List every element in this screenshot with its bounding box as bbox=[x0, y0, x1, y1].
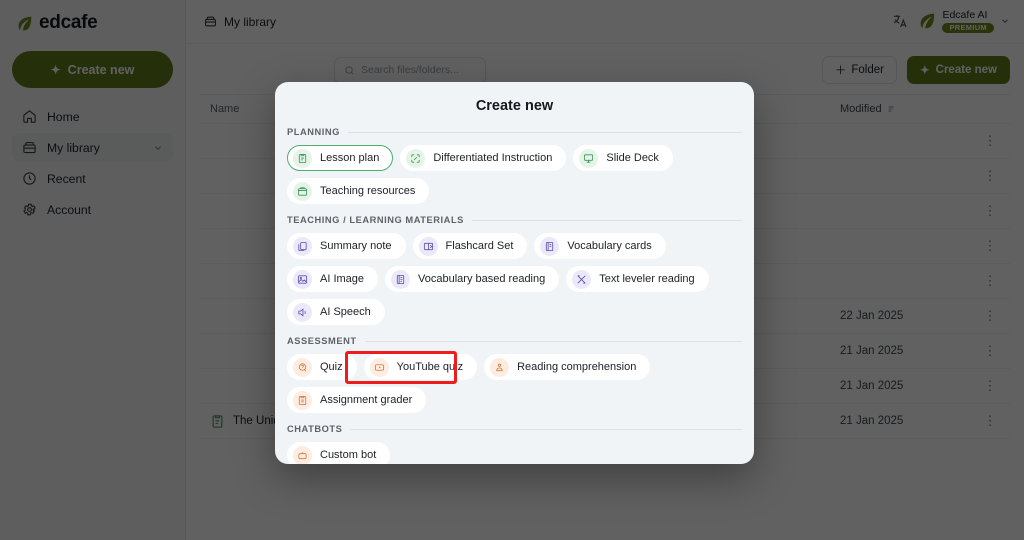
chip-label: Custom bot bbox=[320, 449, 377, 461]
chip-summary-note[interactable]: Summary note bbox=[287, 233, 406, 259]
teaching-materials-chip-group: Summary note Flashcard Set Vocabulary ca… bbox=[287, 233, 742, 325]
chip-label: YouTube quiz bbox=[396, 361, 464, 373]
section-heading-assessment: ASSESSMENT bbox=[287, 336, 742, 346]
chip-label: AI Image bbox=[320, 273, 365, 285]
slide-deck-icon bbox=[579, 148, 599, 168]
chip-flashcard-set[interactable]: Flashcard Set bbox=[412, 233, 528, 259]
chip-differentiated-instruction[interactable]: Differentiated Instruction bbox=[400, 145, 567, 171]
chip-text-leveler-reading[interactable]: Text leveler reading bbox=[566, 266, 709, 292]
chip-label: Assignment grader bbox=[320, 394, 413, 406]
chip-vocabulary-cards[interactable]: Vocabulary cards bbox=[534, 233, 666, 259]
chip-label: Reading comprehension bbox=[517, 361, 637, 373]
section-divider bbox=[347, 131, 742, 133]
assignment-grader-icon bbox=[293, 390, 312, 410]
teaching-resources-icon bbox=[293, 181, 312, 201]
modal-section-chatbots: CHATBOTS Custom bot bbox=[287, 424, 742, 464]
planning-chip-group: Lesson plan Differentiated Instruction S… bbox=[287, 145, 742, 204]
chip-quiz[interactable]: Quiz bbox=[287, 354, 357, 380]
chip-lesson-plan[interactable]: Lesson plan bbox=[287, 145, 394, 171]
summary-note-icon bbox=[293, 236, 312, 256]
section-heading-label: CHATBOTS bbox=[287, 424, 343, 434]
youtube-quiz-icon bbox=[369, 357, 389, 377]
chip-label: Slide Deck bbox=[606, 152, 659, 164]
differentiate-icon bbox=[406, 148, 426, 168]
chip-assignment-grader[interactable]: Assignment grader bbox=[287, 387, 427, 413]
ai-speech-icon bbox=[293, 302, 312, 322]
lesson-plan-icon bbox=[293, 148, 312, 168]
chip-label: Lesson plan bbox=[320, 152, 380, 164]
chip-label: Differentiated Instruction bbox=[433, 152, 553, 164]
chip-ai-image[interactable]: AI Image bbox=[287, 266, 379, 292]
modal-section-teaching-materials: TEACHING / LEARNING MATERIALS Summary no… bbox=[287, 215, 742, 325]
quiz-icon bbox=[293, 357, 312, 377]
section-heading-chatbots: CHATBOTS bbox=[287, 424, 742, 434]
reading-comprehension-icon bbox=[490, 357, 510, 377]
section-heading-label: PLANNING bbox=[287, 127, 340, 137]
chip-slide-deck[interactable]: Slide Deck bbox=[573, 145, 673, 171]
vocabulary-cards-icon bbox=[540, 236, 560, 256]
chip-label: Text leveler reading bbox=[599, 273, 695, 285]
chip-reading-comprehension[interactable]: Reading comprehension bbox=[484, 354, 651, 380]
flashcard-icon bbox=[418, 236, 438, 256]
chip-label: Flashcard Set bbox=[445, 240, 514, 252]
chip-teaching-resources[interactable]: Teaching resources bbox=[287, 178, 430, 204]
section-divider bbox=[471, 219, 742, 221]
chip-label: Quiz bbox=[320, 361, 343, 373]
modal-section-assessment: ASSESSMENT Quiz YouTube quiz Reading com… bbox=[287, 336, 742, 413]
chip-ai-speech[interactable]: AI Speech bbox=[287, 299, 385, 325]
section-divider bbox=[364, 340, 742, 342]
section-heading-planning: PLANNING bbox=[287, 127, 742, 137]
text-leveler-icon bbox=[572, 269, 592, 289]
chip-label: Vocabulary cards bbox=[567, 240, 652, 252]
chip-youtube-quiz[interactable]: YouTube quiz bbox=[363, 354, 478, 380]
chip-custom-bot[interactable]: Custom bot bbox=[287, 442, 391, 464]
chip-label: Vocabulary based reading bbox=[418, 273, 546, 285]
create-new-modal: Create new PLANNING Lesson plan Differen… bbox=[275, 82, 754, 464]
modal-title: Create new bbox=[475, 98, 554, 114]
chip-label: Teaching resources bbox=[320, 185, 416, 197]
section-heading-teaching-materials: TEACHING / LEARNING MATERIALS bbox=[287, 215, 742, 225]
custom-bot-icon bbox=[293, 445, 312, 464]
assessment-chip-group: Quiz YouTube quiz Reading comprehension … bbox=[287, 354, 742, 413]
section-heading-label: TEACHING / LEARNING MATERIALS bbox=[287, 215, 464, 225]
chip-label: Summary note bbox=[320, 240, 392, 252]
ai-image-icon bbox=[293, 269, 312, 289]
modal-section-planning: PLANNING Lesson plan Differentiated Inst… bbox=[287, 127, 742, 204]
chatbots-chip-group: Custom bot bbox=[287, 442, 742, 464]
chip-vocabulary-based-reading[interactable]: Vocabulary based reading bbox=[385, 266, 560, 292]
section-heading-label: ASSESSMENT bbox=[287, 336, 357, 346]
section-divider bbox=[350, 428, 742, 430]
vocabulary-reading-icon bbox=[391, 269, 411, 289]
app-root: edcafe ✦ Create new Home My library Rece… bbox=[0, 0, 1024, 540]
chip-label: AI Speech bbox=[320, 306, 371, 318]
